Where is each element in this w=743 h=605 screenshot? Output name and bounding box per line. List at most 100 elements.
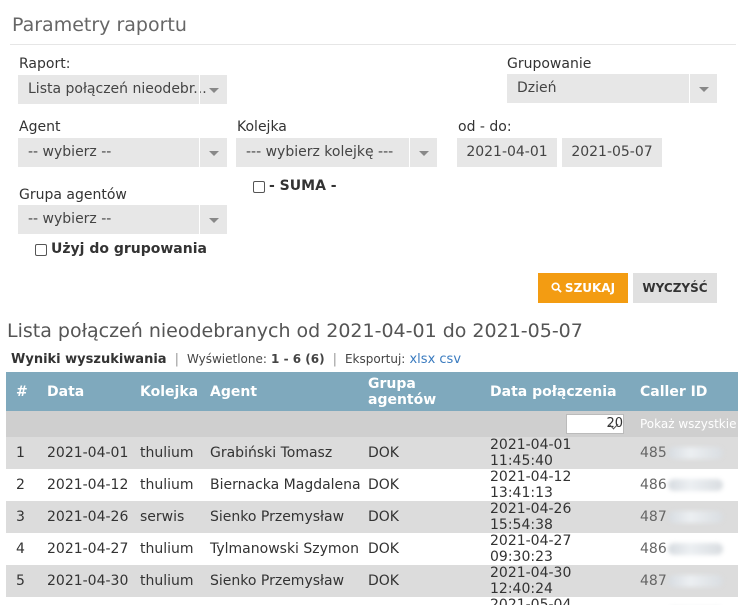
table-row[interactable]: 2 2021-04-12 thulium Biernacka Magdalena DOK… — [6, 469, 738, 501]
row-caller-id: 486 — [634, 469, 738, 501]
redacted-number — [667, 575, 723, 587]
row-caller-id: 485 — [634, 437, 738, 469]
date-range-label: od - do: — [458, 119, 512, 135]
row-agent-text: Biernacka Magdalena — [210, 477, 361, 493]
redacted-number — [667, 511, 723, 523]
column-header-date[interactable]: Data — [41, 372, 134, 411]
row-date: 2021-04-30 — [41, 565, 134, 597]
chevron-down-icon — [199, 138, 227, 167]
row-date: 2021-04-26 — [41, 501, 134, 533]
row-agent: Grabiński Tomasz — [204, 437, 362, 469]
row-agent-text: Tylmanowski Szymon — [210, 541, 359, 557]
per-page-select[interactable]: 20 — [566, 414, 624, 434]
per-page-value: 20 — [606, 416, 623, 431]
row-date-text: 2021-04-27 — [47, 541, 129, 557]
grouping-select[interactable]: Dzień — [507, 74, 717, 103]
row-queue-text: thulium — [140, 573, 194, 589]
row-call-date-text: 2021-05-04 09:04:39 — [490, 597, 572, 605]
row-number: 2 — [6, 469, 41, 501]
row-agent: Lipowska Karolina — [204, 597, 362, 605]
show-all-link[interactable]: Pokaż wszystkie — [640, 417, 736, 431]
column-header-number[interactable]: # — [6, 372, 41, 411]
row-number-text: 1 — [16, 445, 25, 461]
row-agent-text: Grabiński Tomasz — [210, 445, 333, 461]
row-caller-id-text: 485 — [640, 445, 667, 461]
row-queue: thulium — [134, 565, 204, 597]
grouping-select-value: Dzień — [517, 80, 557, 96]
row-number-text: 2 — [16, 477, 25, 493]
row-call-date-text: 2021-04-12 13:41:13 — [490, 469, 572, 501]
suma-checkbox[interactable] — [253, 181, 265, 193]
column-header-call-date[interactable]: Data połączenia — [484, 372, 634, 411]
row-call-date: 2021-04-01 11:45:40 — [484, 437, 634, 469]
row-date: 2021-04-27 — [41, 533, 134, 565]
row-number-text: 3 — [16, 509, 25, 525]
row-agent-group-text: DOK — [368, 541, 399, 557]
row-call-date-text: 2021-04-27 09:30:23 — [490, 533, 572, 565]
report-select[interactable]: Lista połączeń nieodebr... — [18, 75, 227, 104]
row-date-text: 2021-04-26 — [47, 509, 129, 525]
column-header-agent-group[interactable]: Grupa agentów — [362, 372, 484, 411]
export-xlsx-link[interactable]: xlsx — [409, 352, 435, 367]
row-queue: serwis — [134, 501, 204, 533]
row-agent: Biernacka Magdalena — [204, 469, 362, 501]
export-csv-link[interactable]: csv — [439, 352, 461, 367]
redacted-number — [667, 447, 723, 459]
row-date: 2021-04-01 — [41, 437, 134, 469]
results-bar: Wyniki wyszukiwania | Wyświetlone: 1 - 6 (… — [11, 352, 461, 367]
row-agent-group: DOK — [362, 437, 484, 469]
column-header-queue[interactable]: Kolejka — [134, 372, 204, 411]
row-caller-id: 486 — [634, 533, 738, 565]
table-row[interactable]: 4 2021-04-27 thulium Tylmanowski Szymon DOK 2… — [6, 533, 738, 565]
row-caller-id: 485 — [634, 597, 738, 605]
column-header-agent[interactable]: Agent — [204, 372, 362, 411]
search-button[interactable]: SZUKAJ — [538, 273, 628, 303]
table-row[interactable]: 1 2021-04-01 thulium Grabiński Tomasz DOK 202… — [6, 437, 738, 469]
export-label: Eksportuj: — [344, 352, 406, 366]
table-header-row: # Data Kolejka Agent Grupa agentów Data … — [6, 372, 738, 411]
row-date-text: 2021-04-30 — [47, 573, 129, 589]
row-call-date-text: 2021-04-01 11:45:40 — [490, 437, 572, 469]
row-agent-group: DOK — [362, 533, 484, 565]
results-label: Wyniki wyszukiwania — [11, 352, 167, 367]
clear-button[interactable]: WYCZYŚĆ — [633, 273, 717, 303]
chevron-down-icon — [199, 75, 227, 104]
agent-group-select[interactable]: -- wybierz -- — [18, 205, 227, 234]
search-icon — [551, 282, 562, 293]
date-to-input[interactable]: 2021-05-07 — [562, 138, 662, 167]
date-from-input[interactable]: 2021-04-01 — [457, 138, 557, 167]
use-for-grouping-label: Użyj do grupowania — [51, 241, 207, 257]
row-caller-id-text: 486 — [640, 477, 667, 493]
row-queue-text: thulium — [140, 541, 194, 557]
row-call-date-text: 2021-04-30 12:40:24 — [490, 565, 572, 597]
row-call-date: 2021-04-12 13:41:13 — [484, 469, 634, 501]
row-agent: Sienko Przemysław — [204, 501, 362, 533]
queue-label: Kolejka — [237, 119, 287, 135]
shown-value: 1 - 6 (6) — [271, 352, 325, 366]
use-for-grouping-checkbox[interactable] — [35, 244, 47, 256]
row-call-date: 2021-05-04 09:04:39 — [484, 597, 634, 605]
redacted-number — [667, 543, 723, 555]
row-agent-group: DOK — [362, 469, 484, 501]
agent-label: Agent — [19, 119, 61, 135]
row-call-date-text: 2021-04-26 15:54:38 — [490, 501, 572, 533]
title-divider — [10, 44, 736, 45]
row-number: 5 — [6, 565, 41, 597]
row-queue-text: thulium — [140, 477, 194, 493]
table-row[interactable]: 62021-05-04thuliumLipowska KarolinaDOK 20… — [6, 597, 738, 605]
search-button-label: SZUKAJ — [564, 281, 616, 295]
row-date-text: 2021-04-01 — [47, 445, 129, 461]
row-queue: thulium — [134, 533, 204, 565]
row-date: 2021-04-12 — [41, 469, 134, 501]
row-agent-group-text: DOK — [368, 573, 399, 589]
row-number: 3 — [6, 501, 41, 533]
agent-select[interactable]: -- wybierz -- — [18, 138, 227, 167]
table-row[interactable]: 5 2021-04-30 thulium Sienko Przemysław DOK 20… — [6, 565, 738, 597]
table-row[interactable]: 3 2021-04-26 serwis Sienko Przemysław DOK 202… — [6, 501, 738, 533]
row-caller-id: 487 — [634, 501, 738, 533]
queue-select[interactable]: --- wybierz kolejkę --- — [236, 138, 437, 167]
agent-group-select-value: -- wybierz -- — [28, 211, 112, 227]
column-header-caller-id[interactable]: Caller ID — [634, 372, 738, 411]
queue-select-value: --- wybierz kolejkę --- — [246, 144, 394, 160]
separator: | — [174, 352, 179, 367]
